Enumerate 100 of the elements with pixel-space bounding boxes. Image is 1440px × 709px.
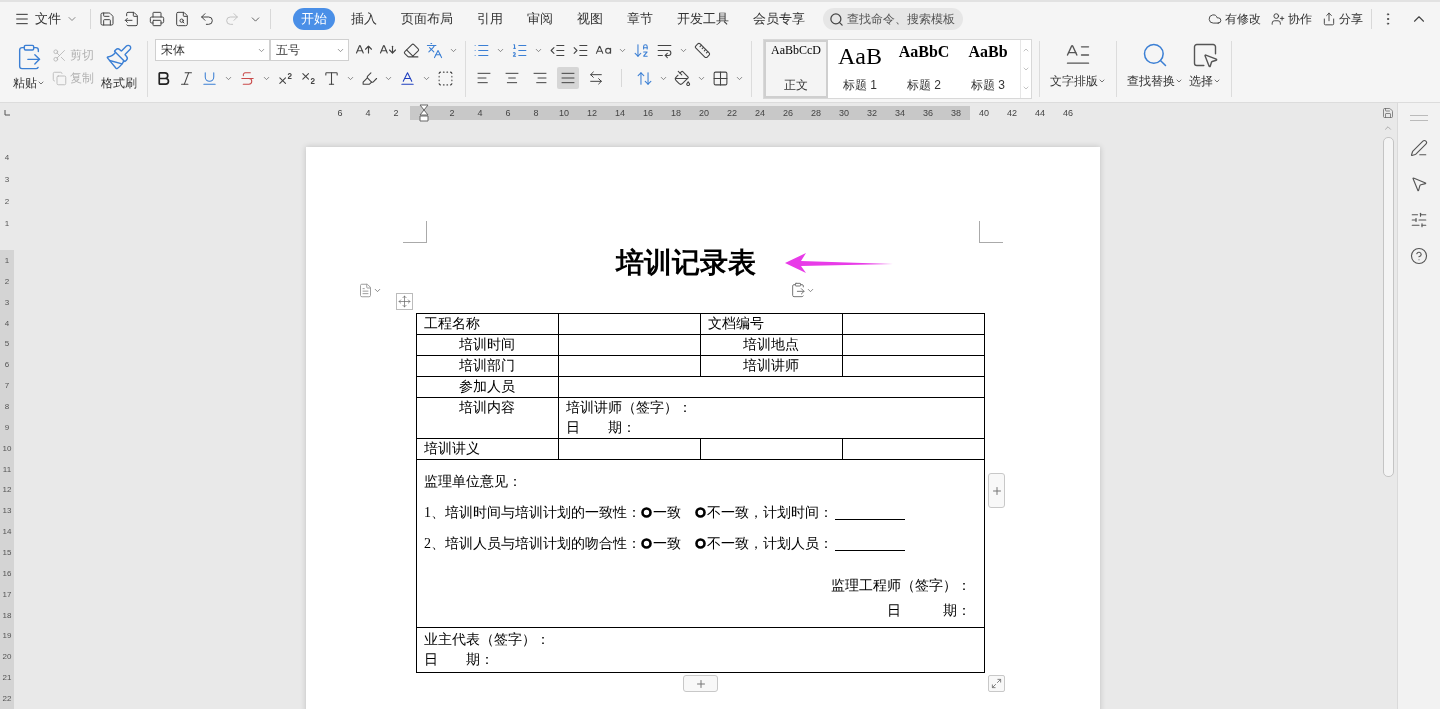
strikethrough-icon[interactable] — [239, 69, 256, 87]
copy-icon — [52, 71, 67, 86]
search-icon — [1141, 41, 1169, 69]
pen-icon[interactable] — [1410, 139, 1428, 157]
ruler-number: 2 — [438, 106, 466, 120]
cursor-icon[interactable] — [1410, 175, 1428, 193]
document-icon[interactable] — [358, 282, 373, 298]
font-size-field[interactable]: 五号 — [270, 39, 349, 61]
ribbon-tab[interactable]: 引用 — [469, 8, 511, 30]
toolbar-action[interactable]: 分享 — [1322, 10, 1363, 28]
find-replace-button[interactable]: 查找替换 — [1124, 39, 1186, 102]
ruler-number: 4 — [3, 151, 11, 164]
ruler-number: 11 — [0, 458, 14, 480]
plus-icon — [990, 484, 1003, 497]
paste-button[interactable]: 粘贴 — [10, 41, 48, 94]
bold-icon[interactable] — [155, 69, 172, 87]
search-icon — [829, 11, 844, 27]
ruler-number: 13 — [0, 500, 14, 522]
ruler-number: 4 — [466, 106, 494, 120]
justify-button[interactable] — [557, 67, 579, 89]
caret-icon — [1213, 77, 1221, 85]
ribbon-tab[interactable]: 开发工具 — [669, 8, 737, 30]
format-painter-button[interactable]: 格式刷 — [98, 41, 140, 94]
align-left-icon — [476, 70, 492, 86]
table-cell-text: 参加人员 — [459, 379, 515, 394]
phonetic-guide-icon[interactable] — [426, 41, 443, 59]
save-icon[interactable] — [1382, 107, 1394, 119]
search-field[interactable]: 查找命令、搜索模板 — [823, 8, 963, 30]
move-icon — [398, 295, 411, 308]
question-text: 2、培训人员与培训计划的吻合性： — [424, 534, 641, 553]
file-menu[interactable]: 文件 — [10, 8, 82, 30]
text-layout-button[interactable]: 文字排版 — [1047, 39, 1109, 102]
ruler-number: 20 — [690, 106, 718, 120]
character-border-icon[interactable] — [437, 69, 454, 87]
line-spacing-icon[interactable] — [636, 69, 653, 87]
ruler-number: 42 — [1006, 107, 1018, 120]
save-icon[interactable] — [99, 11, 115, 27]
panel-grip-icon[interactable] — [1410, 115, 1428, 121]
paste-options-icon[interactable] — [790, 282, 806, 298]
ruler-number: 12 — [0, 479, 14, 501]
shading-icon[interactable] — [674, 69, 691, 87]
toolbar-action[interactable]: 有修改 — [1208, 10, 1261, 28]
ribbon-tab[interactable]: 插入 — [343, 8, 385, 30]
ruler-number: 21 — [0, 667, 14, 689]
table-resize-handle[interactable] — [988, 675, 1005, 692]
scrollbar-thumb[interactable] — [1382, 137, 1394, 477]
eraser-icon[interactable] — [403, 41, 420, 59]
sort-icon[interactable] — [633, 41, 650, 59]
ribbon-tab[interactable]: 视图 — [569, 8, 611, 30]
tab-selector-icon[interactable] — [4, 110, 10, 116]
ruler-number: 17 — [0, 583, 14, 605]
ruler-number: 26 — [774, 106, 802, 120]
plus-icon — [694, 677, 707, 690]
font-family-field[interactable]: 宋体 — [155, 39, 270, 61]
ribbon-tab[interactable]: 章节 — [619, 8, 661, 30]
ruler-number: 1 — [0, 250, 14, 271]
ruler-number: 34 — [886, 106, 914, 120]
signature-label: 业主代表（签字）： — [424, 632, 550, 647]
caret-icon — [1175, 77, 1183, 85]
ruler-number: 6 — [0, 354, 14, 376]
margin-mark — [979, 221, 1003, 243]
italic-icon[interactable] — [178, 69, 195, 87]
style-preset[interactable]: AaBbCcD 正文 — [764, 40, 828, 98]
table-cell-text: 培训内容 — [459, 400, 515, 415]
export-icon[interactable] — [124, 11, 140, 27]
caret-icon — [37, 79, 45, 87]
table-cell-text: 培训讲师（签字）： — [566, 400, 692, 415]
ruler-number: 10 — [550, 106, 578, 120]
ribbon-tab[interactable]: 会员专享 — [745, 8, 813, 30]
ruler-number: 8 — [522, 106, 550, 120]
ribbon-tab[interactable]: 审阅 — [519, 8, 561, 30]
tab-stops-icon[interactable] — [694, 41, 711, 59]
font-color-icon[interactable] — [399, 69, 416, 87]
help-icon[interactable] — [1410, 247, 1428, 265]
ruler-number: 2 — [3, 195, 11, 208]
ruler-number: 46 — [1062, 107, 1074, 120]
sliders-icon[interactable] — [1410, 211, 1428, 229]
highlighter-icon[interactable] — [361, 69, 378, 87]
borders-icon[interactable] — [712, 69, 729, 87]
toolbar-action[interactable]: 协作 — [1271, 10, 1312, 28]
ribbon-tab[interactable]: 页面布局 — [393, 8, 461, 30]
undo-icon[interactable] — [199, 11, 215, 27]
ruler-number: 12 — [578, 106, 606, 120]
ruler-number: 14 — [606, 106, 634, 120]
print-preview-icon[interactable] — [174, 11, 190, 27]
select-button[interactable]: 选择 — [1186, 39, 1224, 102]
indent-marker-icon[interactable] — [419, 104, 429, 122]
text-effect-icon[interactable] — [323, 69, 340, 87]
option-text: 一致 — [653, 534, 681, 553]
ruler-number: 1 — [3, 217, 11, 230]
underline-icon[interactable] — [201, 69, 218, 87]
date-label: 日 期： — [887, 601, 971, 620]
radio-mark-icon — [641, 507, 652, 518]
ruler-number: 16 — [0, 562, 14, 584]
table-move-handle[interactable] — [396, 293, 413, 310]
print-icon[interactable] — [149, 11, 165, 27]
numbered-list-icon[interactable] — [511, 41, 528, 59]
ruler-number: 5 — [0, 333, 14, 355]
signature-label: 监理工程师（签字）： — [831, 576, 971, 595]
table-cell-text: 培训地点 — [743, 337, 799, 352]
